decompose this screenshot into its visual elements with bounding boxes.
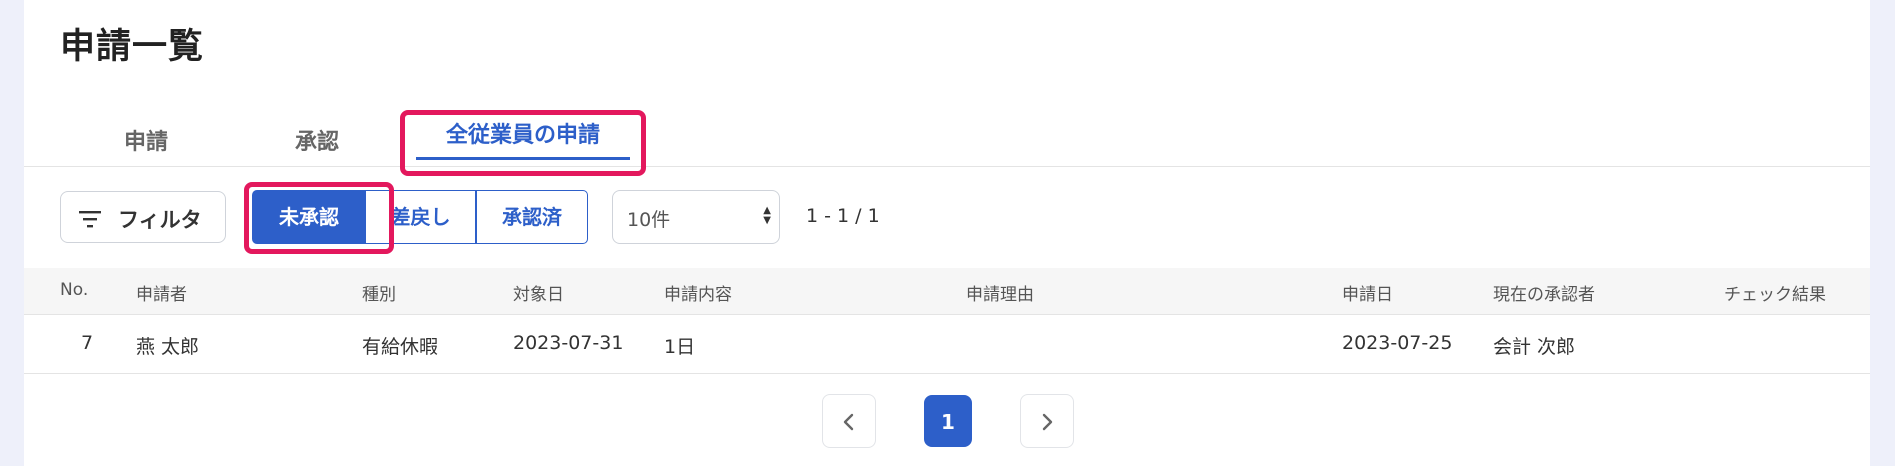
chevron-left-icon: [843, 413, 854, 431]
result-range: 1 - 1 / 1: [806, 205, 880, 227]
cell-target-date: 2023-07-31: [513, 332, 624, 354]
page-size-select[interactable]: 10件 ▲ ▼: [612, 190, 780, 244]
header-applicant: 申請者: [136, 285, 187, 305]
chevron-right-icon: [1042, 413, 1053, 431]
tab-approvals[interactable]: 承認: [295, 124, 339, 156]
cell-applicant: 燕 太郎: [136, 336, 200, 358]
select-arrows-icon: ▲ ▼: [763, 205, 771, 226]
next-page-button[interactable]: [1020, 394, 1074, 448]
status-approved-button[interactable]: 承認済: [476, 190, 588, 244]
page-title: 申請一覧: [60, 27, 205, 67]
cell-apply-date: 2023-07-25: [1342, 332, 1453, 354]
header-content: 申請内容: [664, 285, 732, 305]
table-row[interactable]: 7 燕 太郎 有給休暇 2023-07-31 1日 2023-07-25 会計 …: [24, 315, 1870, 374]
header-target-date: 対象日: [513, 285, 564, 305]
prev-page-button[interactable]: [822, 394, 876, 448]
table-header: No. 申請者 種別 対象日 申請内容 申請理由 申請日 現在の承認者 チェック…: [24, 268, 1870, 315]
tab-applications[interactable]: 申請: [124, 124, 168, 156]
header-reason: 申請理由: [966, 285, 1034, 305]
header-apply-date: 申請日: [1342, 285, 1393, 305]
header-current-approver: 現在の承認者: [1493, 285, 1595, 305]
cell-type: 有給休暇: [362, 336, 439, 358]
page-number-current[interactable]: 1: [924, 395, 972, 447]
page-size-value: 10件: [627, 209, 671, 231]
filter-label: フィルタ: [118, 208, 202, 232]
header-type: 種別: [362, 285, 396, 305]
cell-current-approver: 会計 次郎: [1493, 336, 1576, 358]
filter-lines-icon: [79, 209, 101, 233]
tab-bar: 申請 承認 全従業員の申請: [24, 110, 1870, 167]
cell-content: 1日: [664, 336, 696, 358]
filter-button[interactable]: フィルタ: [60, 191, 226, 243]
highlight-box: [400, 110, 646, 176]
content-panel: 申請一覧 申請 承認 全従業員の申請 フィルタ 未承認 差戻し 承認済 10件 …: [24, 0, 1870, 466]
cell-no: 7: [81, 332, 94, 354]
header-check-result: チェック結果: [1724, 285, 1826, 305]
header-no: No.: [60, 280, 89, 300]
highlight-box: [244, 182, 394, 254]
